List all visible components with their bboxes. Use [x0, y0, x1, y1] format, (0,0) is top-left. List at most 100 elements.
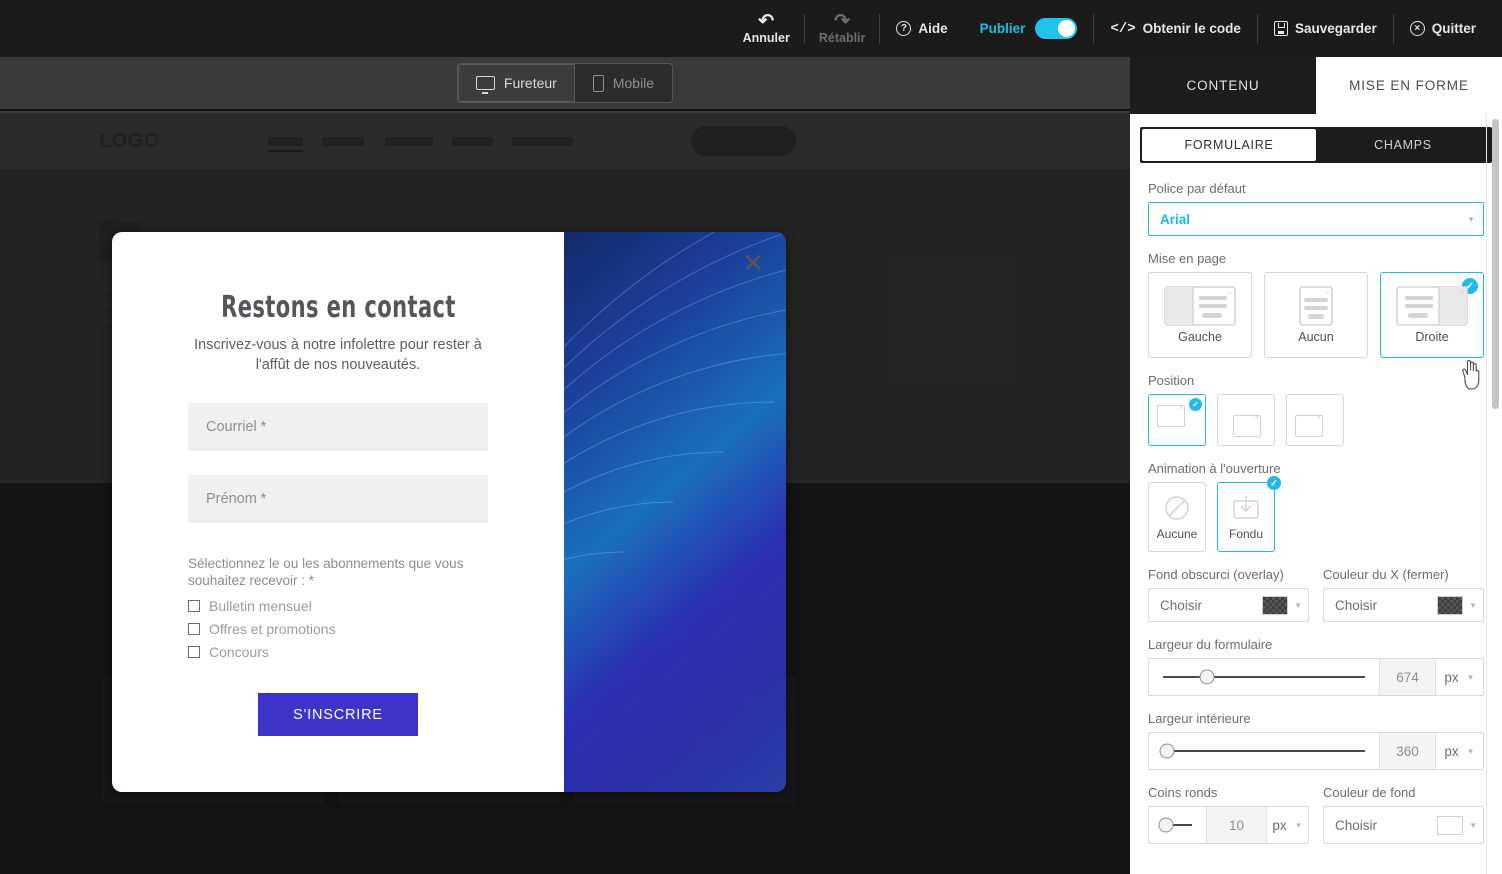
popup-checkbox-offres[interactable]: Offres et promotions	[188, 621, 488, 637]
layout-label: Mise en page	[1148, 251, 1227, 266]
popup-checkbox-concours[interactable]: Concours	[188, 644, 488, 660]
animation-option-fondu[interactable]: ✓ × Fondu	[1217, 476, 1281, 552]
chevron-down-icon: ▼	[1467, 214, 1475, 224]
help-button[interactable]: ? Aide	[880, 0, 963, 57]
corner-radius-value[interactable]: 10	[1206, 807, 1266, 843]
position-preview-box	[1157, 405, 1185, 427]
popup-field-email[interactable]: Courriel *	[188, 403, 488, 451]
bg-color-picker[interactable]: Choisir ▼	[1323, 806, 1484, 844]
redo-label: Rétablir	[818, 30, 866, 45]
chevron-down-icon: ▼	[1466, 746, 1475, 756]
site-header: LOGO	[0, 113, 1130, 169]
publish-toggle[interactable]	[1035, 18, 1078, 39]
corner-radius-unit[interactable]: px ▼	[1266, 807, 1308, 843]
publish-toggle-group[interactable]: Publier	[964, 18, 1094, 39]
layout-right-thumb-icon: ×	[1396, 286, 1468, 326]
site-nav-item-5	[512, 137, 573, 146]
svg-text:×: ×	[1253, 502, 1256, 508]
checkbox-box-icon	[188, 646, 200, 658]
get-code-button[interactable]: </> Obtenir le code	[1094, 0, 1257, 57]
save-button[interactable]: Sauvegarder	[1258, 0, 1393, 57]
slider-track	[1158, 817, 1192, 833]
svg-text:×: ×	[1228, 291, 1232, 297]
position-preview-box	[1295, 415, 1323, 437]
color-swatch-icon	[1437, 815, 1464, 835]
slider-knob[interactable]	[1199, 669, 1215, 685]
help-label: Aide	[918, 21, 948, 36]
monitor-icon	[475, 76, 495, 94]
undo-arrow-icon: ↶	[758, 10, 775, 32]
field-colors-row: Fond obscurci (overlay) Choisir ▼ Couleu…	[1148, 567, 1484, 622]
phone-icon	[592, 74, 604, 92]
site-nav-item-3	[385, 137, 433, 146]
sidebar-scroll-divider	[1486, 114, 1487, 874]
layout-option-gauche[interactable]: × Gauche	[1148, 272, 1252, 358]
slider-knob[interactable]	[1159, 743, 1175, 759]
popup-title: Restons en contact	[220, 290, 456, 325]
bg-color-label: Couleur de fond	[1323, 785, 1416, 800]
layout-option-gauche-label: Gauche	[1178, 330, 1222, 344]
undo-button[interactable]: ↶ Annuler	[729, 0, 804, 57]
site-nav-item-2	[322, 137, 364, 146]
form-width-unit-label: px	[1444, 669, 1459, 685]
form-width-value[interactable]: 674	[1379, 659, 1435, 695]
close-color-value: Choisir	[1335, 597, 1378, 613]
overlay-color-picker[interactable]: Choisir ▼	[1148, 588, 1309, 622]
floppy-disk-icon	[1273, 21, 1288, 36]
redo-arrow-icon: ↷	[834, 10, 851, 32]
popup-checkbox-bulletin[interactable]: Bulletin mensuel	[188, 598, 488, 614]
position-option-center[interactable]	[1217, 394, 1275, 446]
chevron-down-icon: ▼	[1469, 600, 1477, 610]
animation-option-aucune[interactable]: Aucune	[1148, 482, 1206, 552]
slider-knob[interactable]	[1158, 817, 1174, 833]
inner-width-unit[interactable]: px ▼	[1435, 733, 1483, 769]
inner-width-slider[interactable]	[1149, 733, 1379, 769]
corner-radius-slider[interactable]	[1149, 807, 1206, 843]
layout-option-aucun[interactable]: × Aucun	[1264, 272, 1368, 358]
field-form-width: Largeur du formulaire 674 px ▼	[1148, 637, 1484, 696]
tab-contenu[interactable]: CONTENU	[1130, 57, 1316, 114]
inner-width-control: 360 px ▼	[1148, 732, 1484, 770]
position-label: Position	[1148, 373, 1195, 388]
chevron-down-icon: ▼	[1469, 820, 1477, 830]
layout-option-droite-label: Droite	[1415, 330, 1449, 344]
close-color-picker[interactable]: Choisir ▼	[1323, 588, 1484, 622]
device-button-desktop[interactable]: Fureteur	[457, 64, 575, 102]
layout-option-droite[interactable]: ✓ × Droite	[1380, 272, 1484, 358]
sidebar-main-tabs: CONTENU MISE EN FORME	[1130, 57, 1502, 114]
form-width-unit[interactable]: px ▼	[1435, 659, 1483, 695]
default-font-select[interactable]: Arial ▼	[1148, 202, 1484, 236]
popup-submit-button[interactable]: S'INSCRIRE	[258, 693, 418, 736]
position-option-bottom-left[interactable]	[1286, 394, 1344, 446]
field-bg-color: Couleur de fond Choisir ▼	[1323, 785, 1484, 844]
layout-option-group: × Gauche × Aucun ✓ × Droite	[1148, 272, 1484, 358]
subtab-champs[interactable]: CHAMPS	[1316, 129, 1490, 161]
position-option-top-left[interactable]: ✓	[1148, 394, 1206, 446]
device-button-mobile[interactable]: Mobile	[575, 64, 672, 102]
form-width-slider[interactable]	[1149, 659, 1379, 695]
inner-width-value[interactable]: 360	[1379, 733, 1435, 769]
settings-sidebar: CONTENU MISE EN FORME FORMULAIRE CHAMPS …	[1130, 57, 1502, 874]
scrollbar-thumb[interactable]	[1492, 119, 1499, 409]
field-corner-bg-row: Coins ronds 10 px ▼ Couleur de fond Choi…	[1148, 785, 1484, 844]
form-width-label: Largeur du formulaire	[1148, 637, 1273, 652]
animation-option-group: Aucune ✓ × Fondu	[1148, 476, 1484, 552]
tab-mise-en-forme[interactable]: MISE EN FORME	[1316, 57, 1502, 114]
subtab-formulaire[interactable]: FORMULAIRE	[1142, 129, 1316, 161]
popup-subtitle: Inscrivez-vous à notre infolettre pour r…	[194, 337, 482, 373]
site-header-cta-button	[691, 126, 796, 156]
field-close-color: Couleur du X (fermer) Choisir ▼	[1323, 567, 1484, 622]
close-color-label: Couleur du X (fermer)	[1323, 567, 1449, 582]
chevron-down-icon: ▼	[1294, 820, 1303, 830]
popup-form-preview: Restons en contact Inscrivez-vous à notr…	[112, 232, 786, 792]
site-nav-item-4	[452, 137, 493, 146]
field-default-font: Police par défaut Arial ▼	[1148, 181, 1484, 236]
popup-field-firstname[interactable]: Prénom *	[188, 475, 488, 523]
animation-option-fondu-label: Fondu	[1228, 526, 1264, 541]
animation-label: Animation à l'ouverture	[1148, 461, 1281, 476]
popup-close-icon[interactable]: ✕	[742, 250, 764, 276]
sidebar-scrollbar[interactable]	[1492, 119, 1499, 871]
redo-button[interactable]: ↷ Rétablir	[805, 0, 880, 57]
color-swatch-icon	[1437, 595, 1464, 615]
quit-button[interactable]: × Quitter	[1394, 0, 1492, 57]
